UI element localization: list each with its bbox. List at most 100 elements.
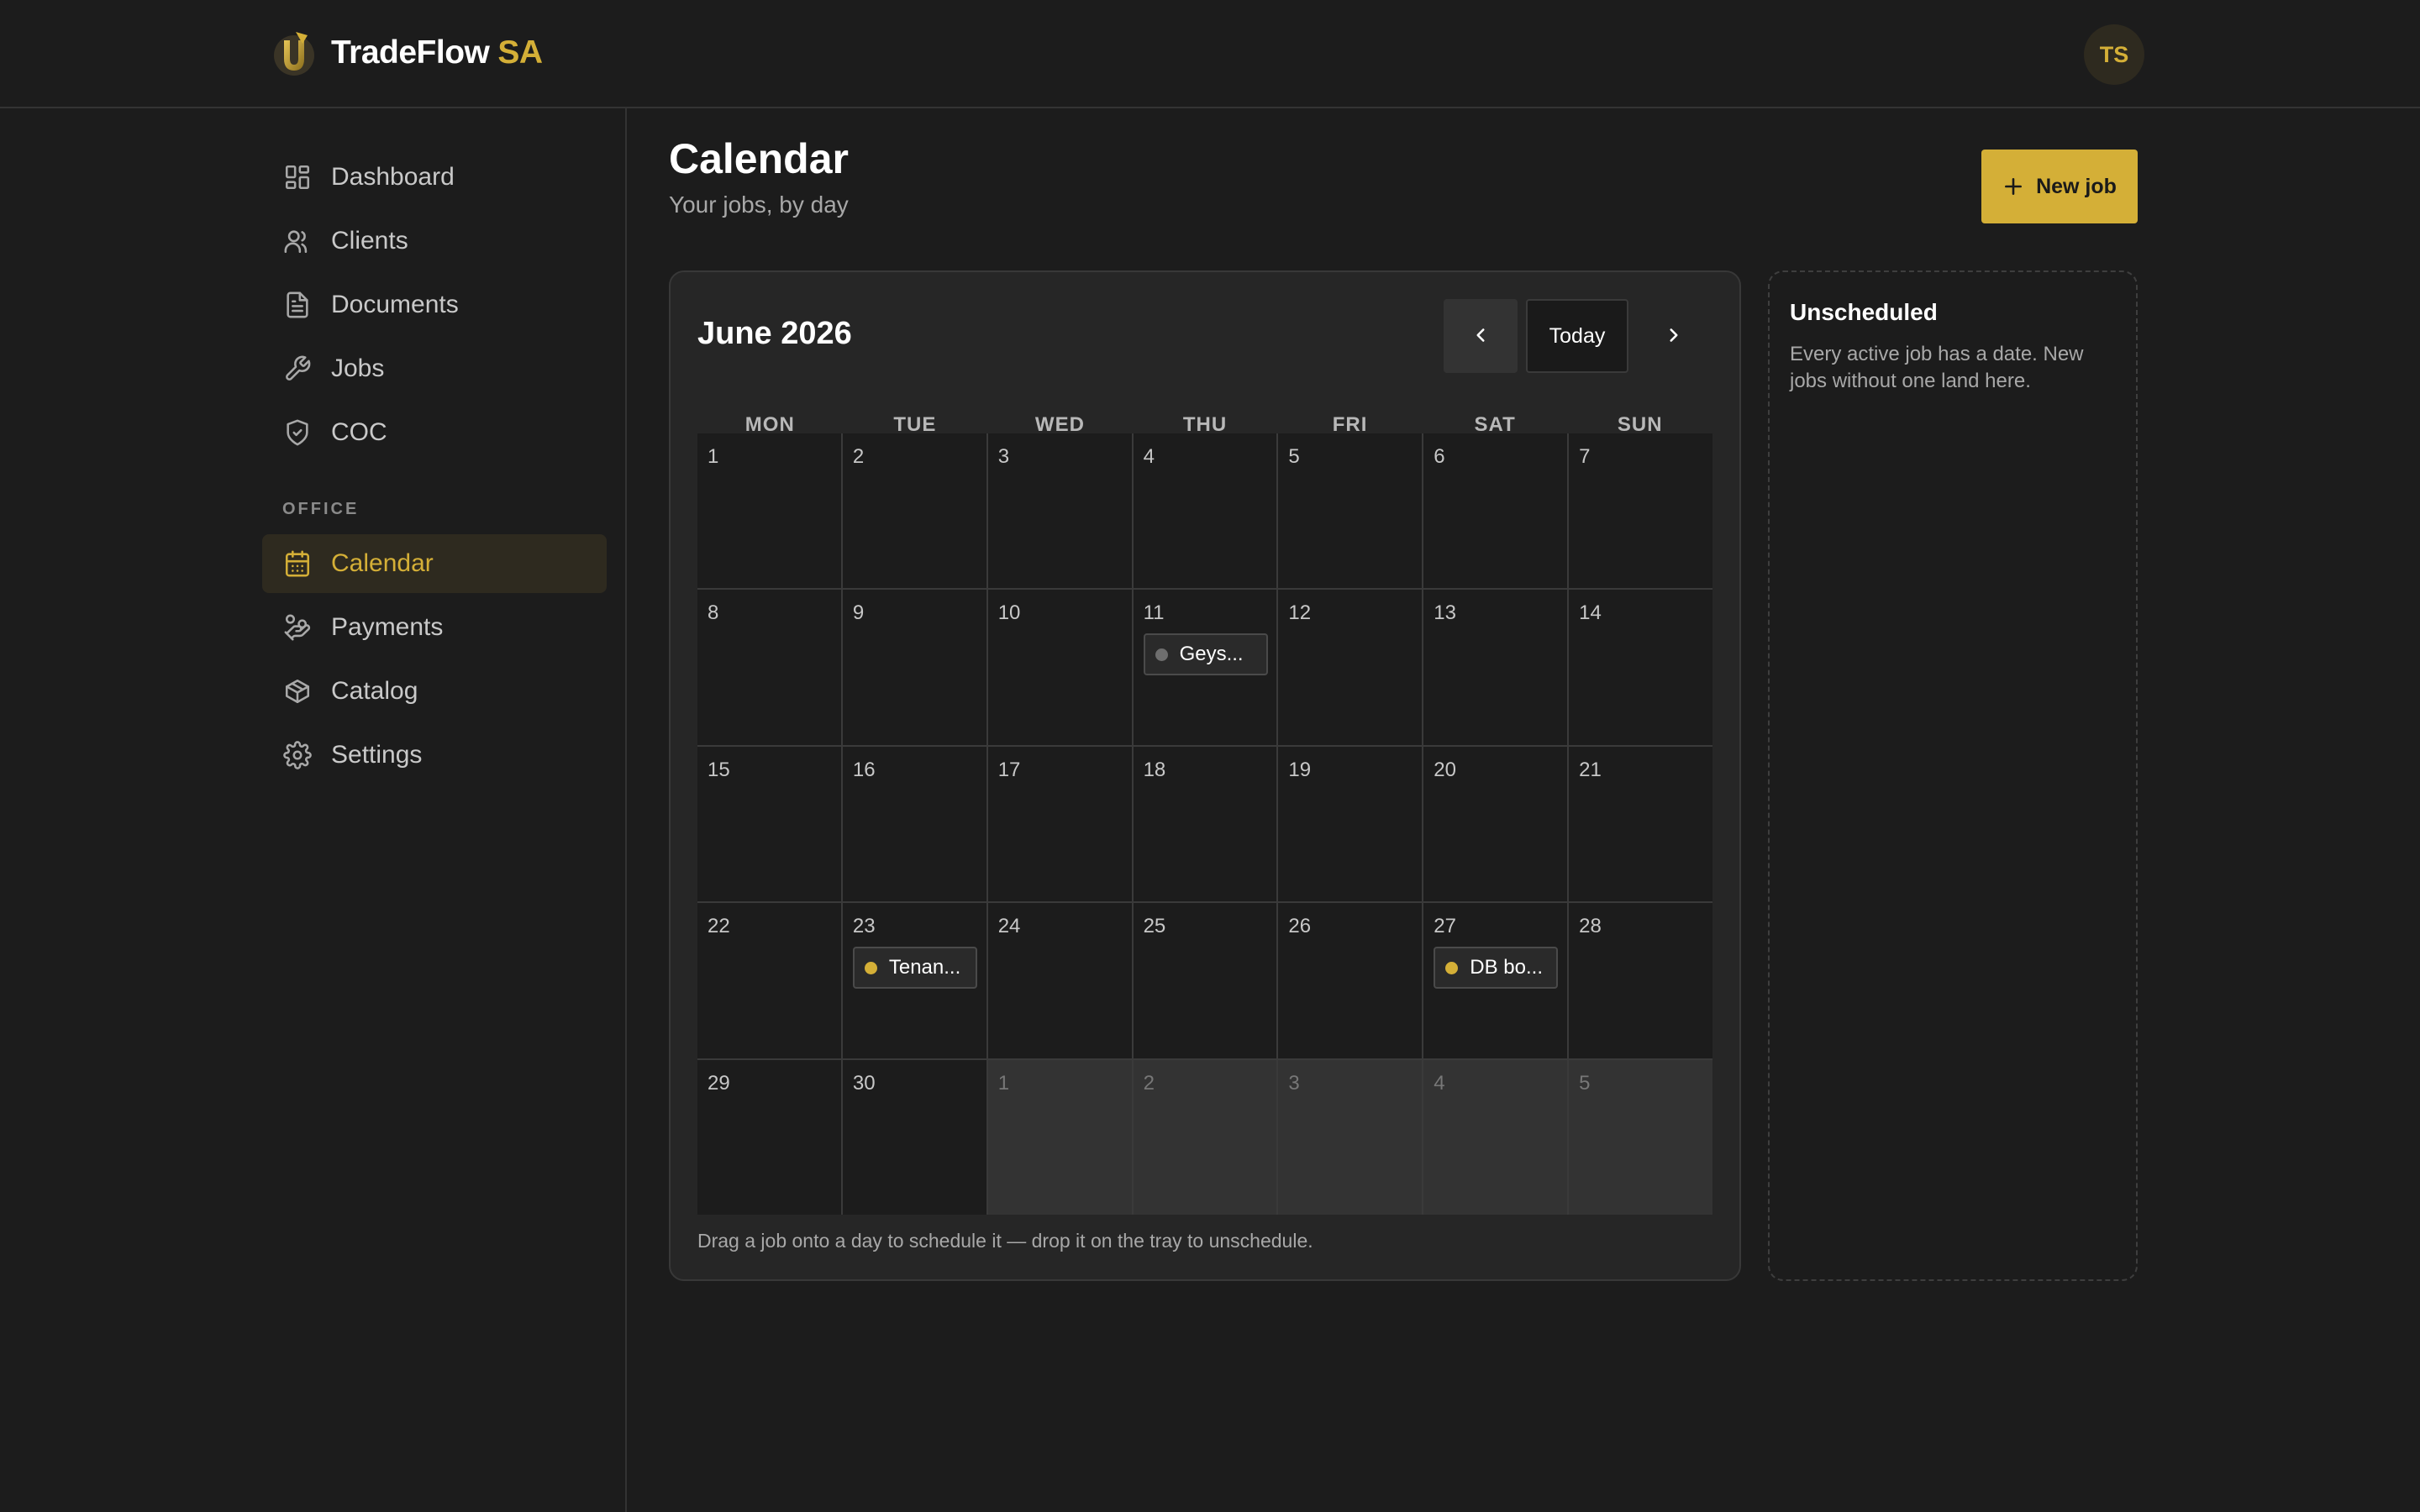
sidebar-item-coc[interactable]: COC bbox=[262, 403, 607, 462]
catalog-box-icon bbox=[282, 676, 313, 706]
calendar-day[interactable]: 27 DB bo... bbox=[1423, 903, 1568, 1058]
day-number: 16 bbox=[852, 758, 876, 781]
calendar-day[interactable]: 17 bbox=[987, 746, 1132, 902]
sidebar-item-label: Clients bbox=[331, 227, 408, 255]
day-number: 27 bbox=[1434, 915, 1456, 938]
sidebar-item-jobs[interactable]: Jobs bbox=[262, 339, 607, 398]
day-number: 11 bbox=[1143, 601, 1165, 625]
calendar-day-outside-month[interactable]: 1 bbox=[987, 1059, 1132, 1215]
calendar-day[interactable]: 5 bbox=[1278, 433, 1423, 589]
calendar-day[interactable]: 18 bbox=[1133, 746, 1277, 902]
day-number: 2 bbox=[1143, 1071, 1155, 1095]
next-month-button[interactable] bbox=[1637, 299, 1711, 373]
sidebar-item-catalog[interactable]: Catalog bbox=[262, 662, 607, 721]
tray-title: Unscheduled bbox=[1790, 299, 1938, 325]
day-number: 25 bbox=[1143, 915, 1166, 938]
day-number: 22 bbox=[708, 915, 730, 938]
calendar-day[interactable]: 22 bbox=[697, 903, 841, 1058]
day-number: 15 bbox=[708, 758, 730, 781]
sidebar-item-clients[interactable]: Clients bbox=[262, 212, 607, 270]
calendar-day[interactable]: 10 bbox=[987, 590, 1132, 745]
calendar-day-outside-month[interactable]: 3 bbox=[1278, 1059, 1423, 1215]
calendar-day[interactable]: 9 bbox=[842, 590, 986, 745]
sidebar-item-payments[interactable]: Payments bbox=[262, 598, 607, 657]
calendar-day[interactable]: 28 bbox=[1569, 903, 1712, 1058]
sidebar-item-label: Catalog bbox=[331, 677, 418, 705]
sidebar-item-documents[interactable]: Documents bbox=[262, 276, 607, 334]
document-icon bbox=[282, 290, 313, 320]
job-chip-label: Geys... bbox=[1179, 643, 1244, 666]
day-number: 4 bbox=[1143, 445, 1155, 468]
today-button[interactable]: Today bbox=[1526, 299, 1628, 373]
chevron-left-icon bbox=[1476, 328, 1485, 342]
calendar-day[interactable]: 19 bbox=[1278, 746, 1423, 902]
wrench-icon bbox=[282, 354, 313, 384]
job-status-dot bbox=[864, 961, 877, 974]
calendar-day[interactable]: 13 bbox=[1423, 590, 1568, 745]
calendar-month-label: June 2026 bbox=[697, 316, 852, 351]
calendar-day[interactable]: 30 bbox=[842, 1059, 986, 1215]
job-chip[interactable]: Tenan... bbox=[852, 947, 977, 990]
calendar-day[interactable]: 11 Geys... bbox=[1133, 590, 1277, 745]
calendar-day[interactable]: 20 bbox=[1423, 746, 1568, 902]
shield-check-icon bbox=[282, 417, 313, 448]
user-avatar[interactable]: TS bbox=[2084, 24, 2144, 85]
job-chip-label: Tenan... bbox=[888, 956, 961, 979]
top-header: TradeFlow SA TS bbox=[0, 0, 2420, 108]
calendar-day[interactable]: 24 bbox=[987, 903, 1132, 1058]
calendar-day[interactable]: 15 bbox=[697, 746, 841, 902]
new-job-label: New job bbox=[2036, 174, 2117, 198]
dashboard-icon bbox=[282, 162, 313, 192]
brand-logo-icon bbox=[274, 32, 314, 76]
day-number: 30 bbox=[852, 1071, 876, 1095]
previous-month-button[interactable] bbox=[1444, 299, 1518, 373]
sidebar-item-settings[interactable]: Settings bbox=[262, 726, 607, 785]
sidebar-item-label: Calendar bbox=[331, 549, 434, 577]
day-number: 18 bbox=[1143, 758, 1166, 781]
calendar-day[interactable]: 1 bbox=[697, 433, 841, 589]
day-number: 4 bbox=[1434, 1071, 1445, 1095]
job-chip[interactable]: Geys... bbox=[1143, 633, 1268, 676]
day-number: 7 bbox=[1579, 445, 1591, 468]
page-subtitle: Your jobs, by day bbox=[669, 192, 849, 218]
calendar-day[interactable]: 26 bbox=[1278, 903, 1423, 1058]
day-number: 24 bbox=[997, 915, 1021, 938]
day-number: 3 bbox=[997, 445, 1010, 468]
calendar-day-outside-month[interactable]: 4 bbox=[1423, 1059, 1568, 1215]
plus-icon bbox=[2005, 178, 2023, 195]
day-number: 26 bbox=[1288, 915, 1312, 938]
day-number: 29 bbox=[708, 1071, 730, 1095]
day-number: 1 bbox=[997, 1071, 1010, 1095]
sidebar-item-dashboard[interactable]: Dashboard bbox=[262, 148, 607, 207]
calendar-day[interactable]: 6 bbox=[1423, 433, 1568, 589]
calendar-day[interactable]: 14 bbox=[1569, 590, 1712, 745]
clients-icon bbox=[282, 226, 313, 256]
day-number: 9 bbox=[852, 601, 865, 625]
day-number: 6 bbox=[1434, 445, 1445, 468]
gear-icon bbox=[282, 740, 313, 770]
calendar-day[interactable]: 25 bbox=[1133, 903, 1277, 1058]
new-job-button[interactable]: New job bbox=[1981, 150, 2138, 223]
calendar-day[interactable]: 8 bbox=[697, 590, 841, 745]
calendar-day-outside-month[interactable]: 5 bbox=[1569, 1059, 1712, 1215]
calendar-day[interactable]: 7 bbox=[1569, 433, 1712, 589]
unscheduled-tray[interactable]: Unscheduled Every active job has a date.… bbox=[1768, 270, 2138, 1281]
calendar-day-outside-month[interactable]: 2 bbox=[1133, 1059, 1277, 1215]
calendar-day[interactable]: 4 bbox=[1133, 433, 1277, 589]
sidebar-item-label: COC bbox=[331, 418, 387, 446]
calendar-day[interactable]: 2 bbox=[842, 433, 986, 589]
day-number: 28 bbox=[1579, 915, 1602, 938]
calendar-day[interactable]: 16 bbox=[842, 746, 986, 902]
day-number: 20 bbox=[1434, 758, 1456, 781]
calendar-day[interactable]: 3 bbox=[987, 433, 1132, 589]
sidebar-item-calendar[interactable]: Calendar bbox=[262, 534, 607, 593]
job-chip[interactable]: DB bo... bbox=[1434, 947, 1559, 990]
day-number: 5 bbox=[1288, 445, 1300, 468]
day-number: 19 bbox=[1288, 758, 1312, 781]
job-chip-label: DB bo... bbox=[1470, 956, 1543, 979]
brand[interactable]: TradeFlow SA bbox=[271, 25, 543, 81]
calendar-day[interactable]: 21 bbox=[1569, 746, 1712, 902]
calendar-day[interactable]: 29 bbox=[697, 1059, 841, 1215]
calendar-day[interactable]: 12 bbox=[1278, 590, 1423, 745]
calendar-day[interactable]: 23 Tenan... bbox=[842, 903, 986, 1058]
